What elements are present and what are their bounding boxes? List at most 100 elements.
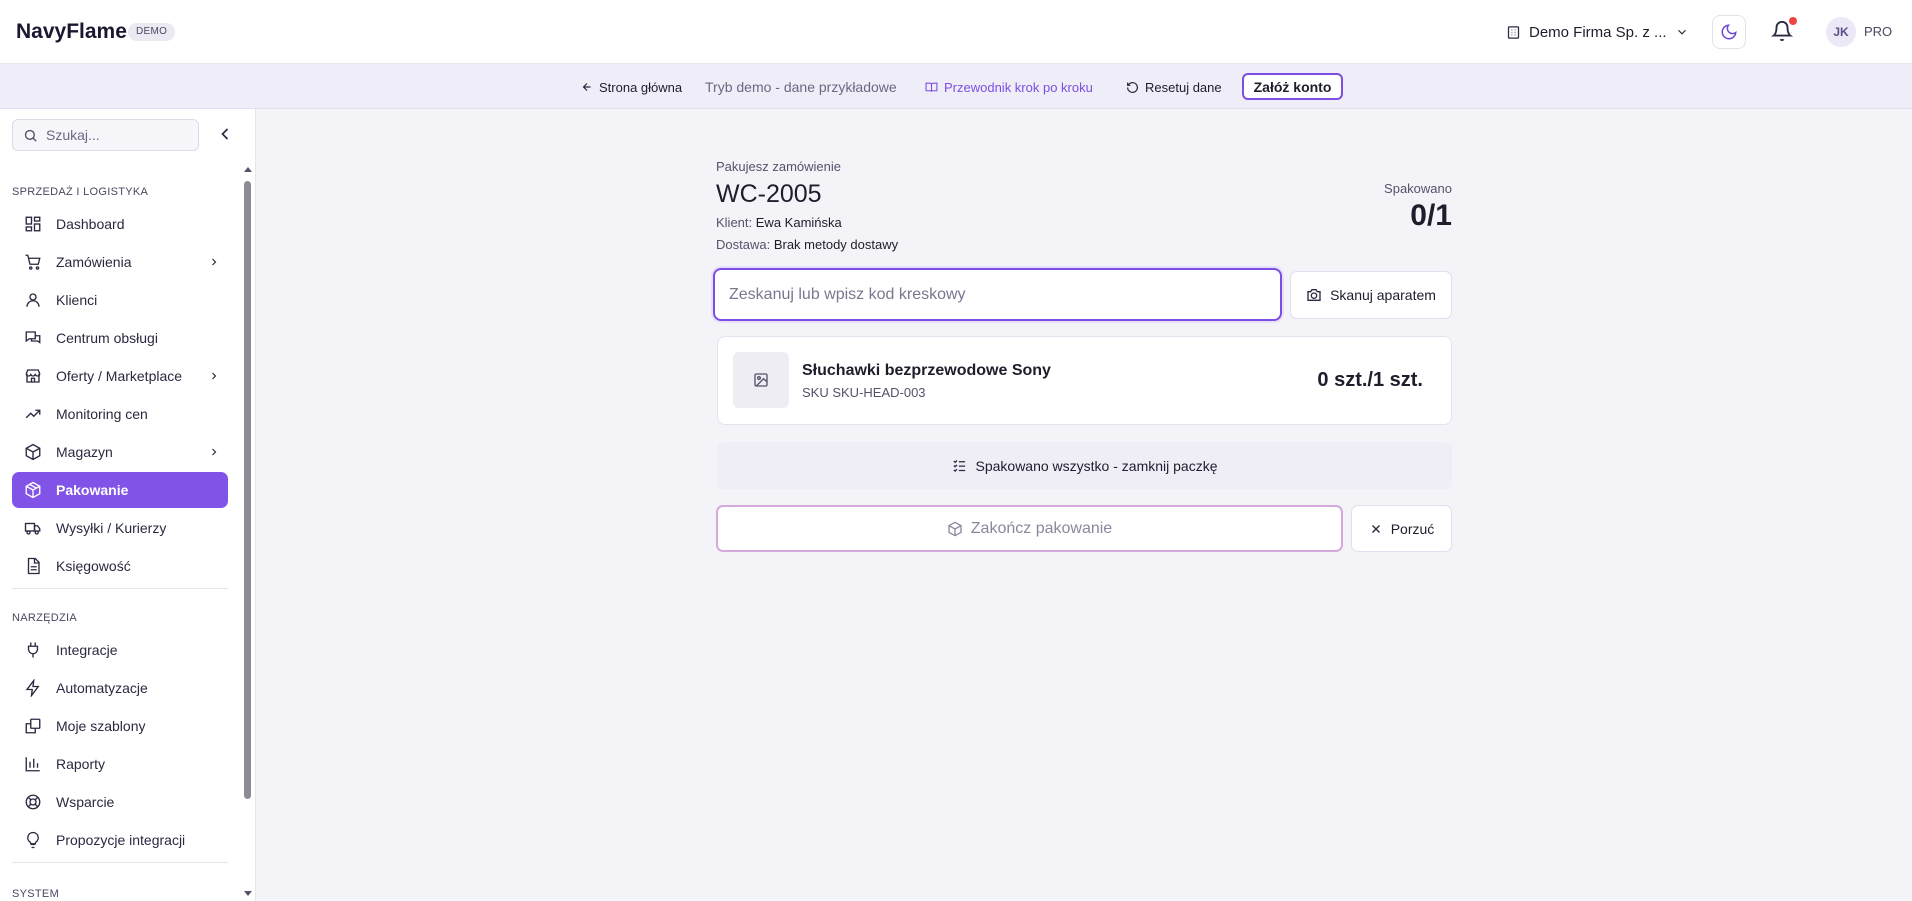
plan-label: PRO [1864,24,1893,39]
finish-packing-button[interactable]: Zakończ pakowanie [716,505,1343,552]
sidebar-divider [12,862,228,863]
delivery-info: Dostawa: Brak metody dostawy [716,237,898,252]
sidebar-item-orders[interactable]: Zamówienia [12,244,228,280]
sidebar-item-service-center[interactable]: Centrum obsługi [12,320,228,356]
building-icon [1506,25,1521,40]
scan-camera-label: Skanuj aparatem [1330,287,1436,303]
checklist-icon [952,458,967,473]
chevron-right-icon [208,446,220,458]
cart-icon [24,253,42,271]
plug-icon [24,641,42,659]
trend-icon [24,405,42,423]
pack-all-label: Spakowano wszystko - zamknij paczkę [975,457,1218,474]
sidebar-item-accounting[interactable]: Księgowość [12,548,228,584]
create-account-button[interactable]: Załóż konto [1242,73,1343,100]
section-system: SYSTEM [12,888,60,900]
bar-chart-icon [24,755,42,773]
sidebar-item-label: Magazyn [56,444,113,460]
sidebar-item-automations[interactable]: Automatyzacje [12,670,228,706]
bolt-icon [24,679,42,697]
sidebar-item-offers[interactable]: Oferty / Marketplace [12,358,228,394]
client-name: Ewa Kamińska [755,215,842,230]
sidebar-scroll-thumb[interactable] [244,181,251,799]
reset-label: Resetuj dane [1145,79,1222,95]
sidebar-item-label: Wsparcie [56,794,115,810]
reset-icon [1126,81,1139,94]
chevron-left-icon [215,124,235,144]
sidebar-item-price-monitoring[interactable]: Monitoring cen [12,396,228,432]
guide-link[interactable]: Przewodnik krok po kroku [925,78,1093,96]
close-icon [1369,522,1383,536]
package-icon [947,521,963,537]
sidebar-item-templates[interactable]: Moje szablony [12,708,228,744]
sidebar-divider [12,588,228,589]
sidebar-item-label: Moje szablony [56,718,146,734]
sidebar-item-clients[interactable]: Klienci [12,282,228,318]
back-home-label: Strona główna [599,79,683,95]
camera-icon [1306,287,1322,303]
lifebuoy-icon [24,793,42,811]
sidebar-item-label: Dashboard [56,216,125,232]
sidebar-item-label: Centrum obsługi [56,330,158,346]
sidebar-item-label: Zamówienia [56,254,132,270]
notification-dot [1789,17,1797,25]
back-home-link[interactable]: Strona główna [581,78,682,96]
chevron-right-icon [208,370,220,382]
barcode-input[interactable]: Zeskanuj lub wpisz kod kreskowy [713,268,1282,321]
sidebar: Szukaj... SPRZEDAŻ I LOGISTYKA Dashboard… [0,109,256,901]
top-bar: NavyFlame DEMO Demo Firma Sp. z ... JK P… [0,0,1912,64]
sidebar-item-label: Monitoring cen [56,406,148,422]
client-info: Klient: Ewa Kamińska [716,215,842,230]
collapse-sidebar-button[interactable] [215,124,235,144]
chevron-down-icon [1675,25,1689,39]
sidebar-item-dashboard[interactable]: Dashboard [12,206,228,242]
sidebar-item-label: Automatyzacje [56,680,148,696]
product-name: Słuchawki bezprzewodowe Sony [802,362,1051,379]
order-number: WC-2005 [716,180,822,208]
abandon-label: Porzuć [1390,520,1435,537]
section-sales: SPRZEDAŻ I LOGISTYKA [12,186,149,198]
client-label: Klient: [716,215,753,230]
sidebar-item-packing[interactable]: Pakowanie [12,472,228,508]
sidebar-item-label: Klienci [56,292,98,308]
arrow-left-icon [581,81,593,93]
theme-toggle-button[interactable] [1712,15,1746,49]
pack-all-button[interactable]: Spakowano wszystko - zamknij paczkę [717,442,1452,489]
book-icon [925,81,938,94]
reset-data-button[interactable]: Resetuj dane [1126,78,1222,96]
truck-icon [24,519,42,537]
sidebar-search[interactable]: Szukaj... [12,119,199,151]
product-card: Słuchawki bezprzewodowe Sony SKU SKU-HEA… [717,336,1452,425]
sidebar-item-integration-proposals[interactable]: Propozycje integracji [12,822,228,858]
delivery-value: Brak metody dostawy [773,237,899,252]
product-thumbnail [733,352,789,408]
app-logo[interactable]: NavyFlame [16,20,127,44]
demo-mode-text: Tryb demo - dane przykładowe [705,79,897,95]
templates-icon [24,717,42,735]
box-icon [24,443,42,461]
sidebar-item-label: Propozycje integracji [56,832,186,848]
sidebar-item-shipping[interactable]: Wysyłki / Kurierzy [12,510,228,546]
search-input[interactable]: Szukaj... [46,127,100,143]
company-name: Demo Firma Sp. z ... [1529,23,1667,41]
sidebar-item-label: Oferty / Marketplace [56,368,183,384]
delivery-label: Dostawa: [716,237,771,252]
finish-packing-label: Zakończ pakowanie [970,519,1113,537]
sidebar-item-integrations[interactable]: Integracje [12,632,228,668]
avatar[interactable]: JK [1826,17,1856,47]
sidebar-item-reports[interactable]: Raporty [12,746,228,782]
package-icon [24,481,42,499]
sidebar-item-label: Integracje [56,642,118,658]
scan-camera-button[interactable]: Skanuj aparatem [1290,271,1452,319]
guide-label: Przewodnik krok po kroku [944,79,1093,95]
abandon-button[interactable]: Porzuć [1351,505,1452,552]
company-switcher[interactable]: Demo Firma Sp. z ... [1506,20,1689,44]
scroll-up-arrow-icon[interactable] [243,165,253,175]
scroll-down-arrow-icon[interactable] [243,888,253,898]
sidebar-item-label: Pakowanie [56,482,129,498]
user-icon [24,291,42,309]
sidebar-item-warehouse[interactable]: Magazyn [12,434,228,470]
search-icon [23,128,38,143]
sidebar-item-support[interactable]: Wsparcie [12,784,228,820]
section-tools: NARZĘDZIA [12,612,78,624]
